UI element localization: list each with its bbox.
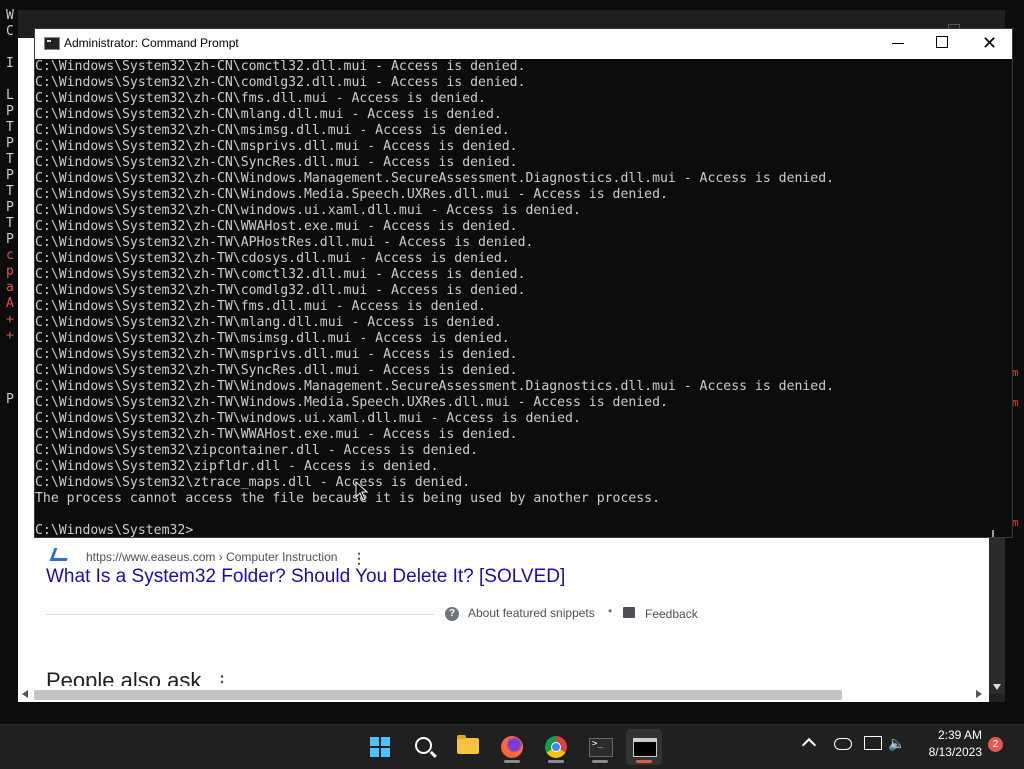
close-icon[interactable]: ✕	[982, 33, 997, 53]
cmd-console[interactable]: C:\Windows\System32\zh-CN\comctl32.dll.m…	[35, 60, 1000, 537]
cmd-window-icon	[44, 37, 60, 50]
cmd-output-line: C:\Windows\System32\zh-TW\APHostRes.dll.…	[35, 235, 534, 250]
active-indicator	[636, 760, 652, 763]
cmd-output-line: C:\Windows\System32\zh-TW\comdlg32.dll.m…	[35, 283, 526, 298]
folder-icon	[457, 735, 479, 754]
cmd-output-line: C:\Windows\System32\zh-CN\WWAHost.exe.mu…	[35, 219, 518, 234]
cmd-output-line: C:\Windows\System32\zh-CN\Windows.Manage…	[35, 171, 835, 186]
divider	[46, 614, 434, 615]
cmd-output-line: C:\Windows\System32\zh-TW\windows.ui.xam…	[35, 411, 581, 426]
cmd-output-line: C:\Windows\System32\zh-TW\Windows.Media.…	[35, 395, 668, 410]
clock-time[interactable]: 2:39 AM	[918, 728, 982, 742]
cmd-output-line: C:\Windows\System32\zh-CN\fms.dll.mui - …	[35, 91, 486, 106]
result-more-options-icon[interactable]: ⋮	[352, 550, 366, 567]
scroll-right-arrow-icon[interactable]	[976, 690, 982, 698]
cmd-output-line: C:\Windows\System32\ztrace_maps.dll - Ac…	[35, 475, 471, 490]
running-indicator	[548, 760, 564, 763]
minimize-icon[interactable]	[892, 43, 904, 44]
file-explorer-button[interactable]	[450, 729, 486, 765]
running-indicator	[504, 760, 520, 763]
feedback-icon[interactable]	[623, 607, 635, 618]
command-prompt-button[interactable]	[626, 729, 662, 765]
cmd-output-line: C:\Windows\System32\zh-TW\WWAHost.exe.mu…	[35, 427, 518, 442]
maximize-icon[interactable]	[936, 36, 948, 48]
search-icon-handle	[430, 750, 437, 758]
windows-start-icon	[370, 737, 390, 757]
cmd-output-line: C:\Windows\System32\zh-TW\cdosys.dll.mui…	[35, 251, 510, 266]
running-indicator	[592, 760, 608, 763]
result-url[interactable]: https://www.easeus.com › Computer Instru…	[86, 550, 337, 564]
cmd-output-line: C:\Windows\System32\zh-TW\msprivs.dll.mu…	[35, 347, 518, 362]
scroll-left-arrow-icon[interactable]	[22, 690, 28, 698]
cmd-output-line: C:\Windows\System32\zh-CN\comctl32.dll.m…	[35, 60, 526, 74]
cmd-output-line: C:\Windows\System32\zh-TW\Windows.Manage…	[35, 379, 835, 394]
volume-icon[interactable]: 🔈	[888, 735, 905, 752]
chrome-icon	[545, 736, 567, 758]
cmd-output-line: C:\Windows\System32\zh-CN\msimsg.dll.mui…	[35, 123, 510, 138]
cmd-output-line: C:\Windows\System32\zh-TW\comctl32.dll.m…	[35, 267, 526, 282]
cmd-icon	[633, 738, 657, 757]
clock-date[interactable]: 8/13/2023	[918, 745, 982, 759]
cmd-output-line: C:\Windows\System32>	[35, 523, 194, 537]
cmd-output-line: C:\Windows\System32\zh-CN\mlang.dll.mui …	[35, 107, 502, 122]
cmd-output-line: C:\Windows\System32\zh-CN\msprivs.dll.mu…	[35, 139, 518, 154]
cmd-output-line: C:\Windows\System32\zipcontainer.dll - A…	[35, 443, 479, 458]
cmd-output-line: C:\Windows\System32\zh-TW\mlang.dll.mui …	[35, 315, 502, 330]
chrome-button[interactable]	[538, 729, 574, 765]
onedrive-cloud-icon[interactable]	[834, 738, 852, 750]
cmd-output: C:\Windows\System32\zh-CN\comctl32.dll.m…	[35, 60, 1000, 537]
horizontal-scroll-thumb[interactable]	[34, 690, 842, 700]
terminal-icon	[589, 738, 613, 757]
cmd-scrollbar[interactable]	[992, 530, 994, 537]
cmd-output-line: C:\Windows\System32\zh-CN\Windows.Media.…	[35, 187, 668, 202]
separator-dot: •	[608, 604, 613, 618]
cmd-output-line: C:\Windows\System32\zh-TW\fms.dll.mui - …	[35, 299, 486, 314]
cmd-output-line: The process cannot access the file becau…	[35, 491, 660, 506]
cmd-output-line: C:\Windows\System32\zh-CN\SyncRes.dll.mu…	[35, 155, 518, 170]
search-button[interactable]	[406, 729, 442, 765]
cmd-output-line: C:\Windows\System32\zh-TW\msimsg.dll.mui…	[35, 331, 510, 346]
cmd-window-title: Administrator: Command Prompt	[64, 36, 239, 50]
about-featured-snippets-link[interactable]: About featured snippets	[468, 606, 595, 620]
cmd-output-line	[35, 507, 1000, 523]
site-favicon-icon	[49, 548, 72, 561]
cmd-output-line: C:\Windows\System32\zh-TW\SyncRes.dll.mu…	[35, 363, 518, 378]
cmd-output-line: C:\Windows\System32\zipfldr.dll - Access…	[35, 459, 439, 474]
browser-horizontal-scrollbar[interactable]	[18, 686, 989, 702]
cmd-titlebar[interactable]: Administrator: Command Prompt ✕	[35, 29, 1012, 59]
network-icon[interactable]	[864, 736, 882, 750]
feedback-link[interactable]: Feedback	[645, 607, 698, 621]
notification-badge[interactable]: 2	[988, 737, 1003, 752]
cmd-output-line: C:\Windows\System32\zh-CN\windows.ui.xam…	[35, 203, 581, 218]
command-prompt-window[interactable]: Administrator: Command Prompt ✕ C:\Windo…	[34, 28, 1013, 538]
terminal-button[interactable]	[582, 729, 618, 765]
firefox-button[interactable]	[494, 729, 530, 765]
result-title-link[interactable]: What Is a System32 Folder? Should You De…	[46, 566, 565, 588]
scroll-down-arrow-icon[interactable]	[993, 684, 1001, 690]
start-button[interactable]	[362, 729, 398, 765]
firefox-icon	[501, 736, 523, 758]
help-icon[interactable]: ?	[445, 607, 459, 621]
cmd-output-line: C:\Windows\System32\zh-CN\comdlg32.dll.m…	[35, 75, 526, 90]
mouse-pointer-icon	[355, 481, 369, 501]
